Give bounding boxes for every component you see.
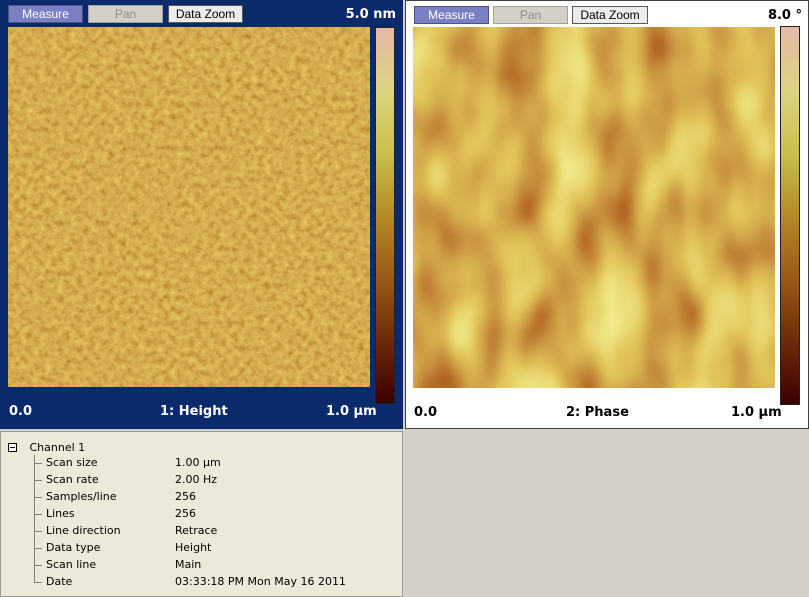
parameter-name: Date (46, 575, 73, 588)
parameter-name: Samples/line (46, 490, 117, 503)
height-image-panel: Measure Pan Data Zoom 5.0 nm 0.0 1: Heig… (0, 0, 403, 429)
tree-row[interactable]: Scan size 1.00 µm (34, 455, 394, 470)
parameter-value: Main (175, 558, 202, 571)
measure-button[interactable]: Measure (414, 6, 489, 24)
channel-tree-node[interactable]: Channel 1 (8, 440, 85, 454)
parameter-value: Height (175, 541, 212, 554)
parameter-value: 03:33:18 PM Mon May 16 2011 (175, 575, 346, 588)
height-x-start-label: 0.0 (9, 404, 33, 419)
tree-row[interactable]: Data type Height (34, 540, 394, 555)
tree-branch-line (34, 514, 42, 515)
collapse-icon[interactable] (8, 442, 17, 452)
pan-button[interactable]: Pan (88, 5, 163, 23)
phase-scale-max-label: 8.0 ° (767, 8, 802, 23)
parameter-value: 2.00 Hz (175, 473, 218, 486)
scan-parameters-tree: Channel 1 Scan size 1.00 µm Scan rate 2.00 … (0, 431, 403, 597)
phase-panel-title: 2: Phase (566, 405, 629, 420)
tree-branch-line (34, 531, 42, 532)
data-zoom-button[interactable]: Data Zoom (572, 6, 648, 24)
parameter-name: Data type (46, 541, 101, 554)
parameter-value: 256 (175, 490, 196, 503)
phase-x-start-label: 0.0 (414, 405, 438, 420)
tree-branch-line (34, 548, 42, 549)
tree-row[interactable]: Line direction Retrace (34, 523, 394, 538)
tree-branch-line (34, 497, 42, 498)
height-image[interactable] (8, 27, 370, 387)
data-zoom-button[interactable]: Data Zoom (168, 5, 243, 23)
tree-branch-line (34, 565, 42, 566)
pan-button[interactable]: Pan (493, 6, 568, 24)
measure-button[interactable]: Measure (8, 5, 83, 23)
height-panel-title: 1: Height (160, 404, 228, 419)
parameter-value: 256 (175, 507, 196, 520)
parameter-value: Retrace (175, 524, 218, 537)
parameter-name: Scan rate (46, 473, 99, 486)
parameter-value: 1.00 µm (175, 456, 221, 469)
tree-branch-line (34, 463, 42, 464)
height-image-texture (8, 27, 370, 387)
tree-row[interactable]: Date 03:33:18 PM Mon May 16 2011 (34, 574, 394, 589)
tree-branch-line (34, 582, 42, 583)
tree-row[interactable]: Samples/line 256 (34, 489, 394, 504)
height-colorbar (375, 27, 395, 404)
channel-label: Channel 1 (29, 440, 86, 454)
height-x-end-label: 1.0 µm (326, 404, 377, 419)
parameter-name: Line direction (46, 524, 121, 537)
parameter-name: Scan line (46, 558, 97, 571)
tree-row[interactable]: Lines 256 (34, 506, 394, 521)
height-scale-max-label: 5.0 nm (345, 7, 396, 22)
phase-image-panel: Measure Pan Data Zoom 8.0 ° 0.0 2: Phase… (405, 0, 809, 429)
phase-image[interactable] (413, 27, 775, 388)
parameter-name: Scan size (46, 456, 98, 469)
phase-colorbar (780, 26, 800, 405)
phase-image-texture (413, 27, 775, 388)
parameter-name: Lines (46, 507, 75, 520)
tree-branch-line (34, 480, 42, 481)
phase-x-end-label: 1.0 µm (731, 405, 782, 420)
tree-row[interactable]: Scan rate 2.00 Hz (34, 472, 394, 487)
tree-row[interactable]: Scan line Main (34, 557, 394, 572)
